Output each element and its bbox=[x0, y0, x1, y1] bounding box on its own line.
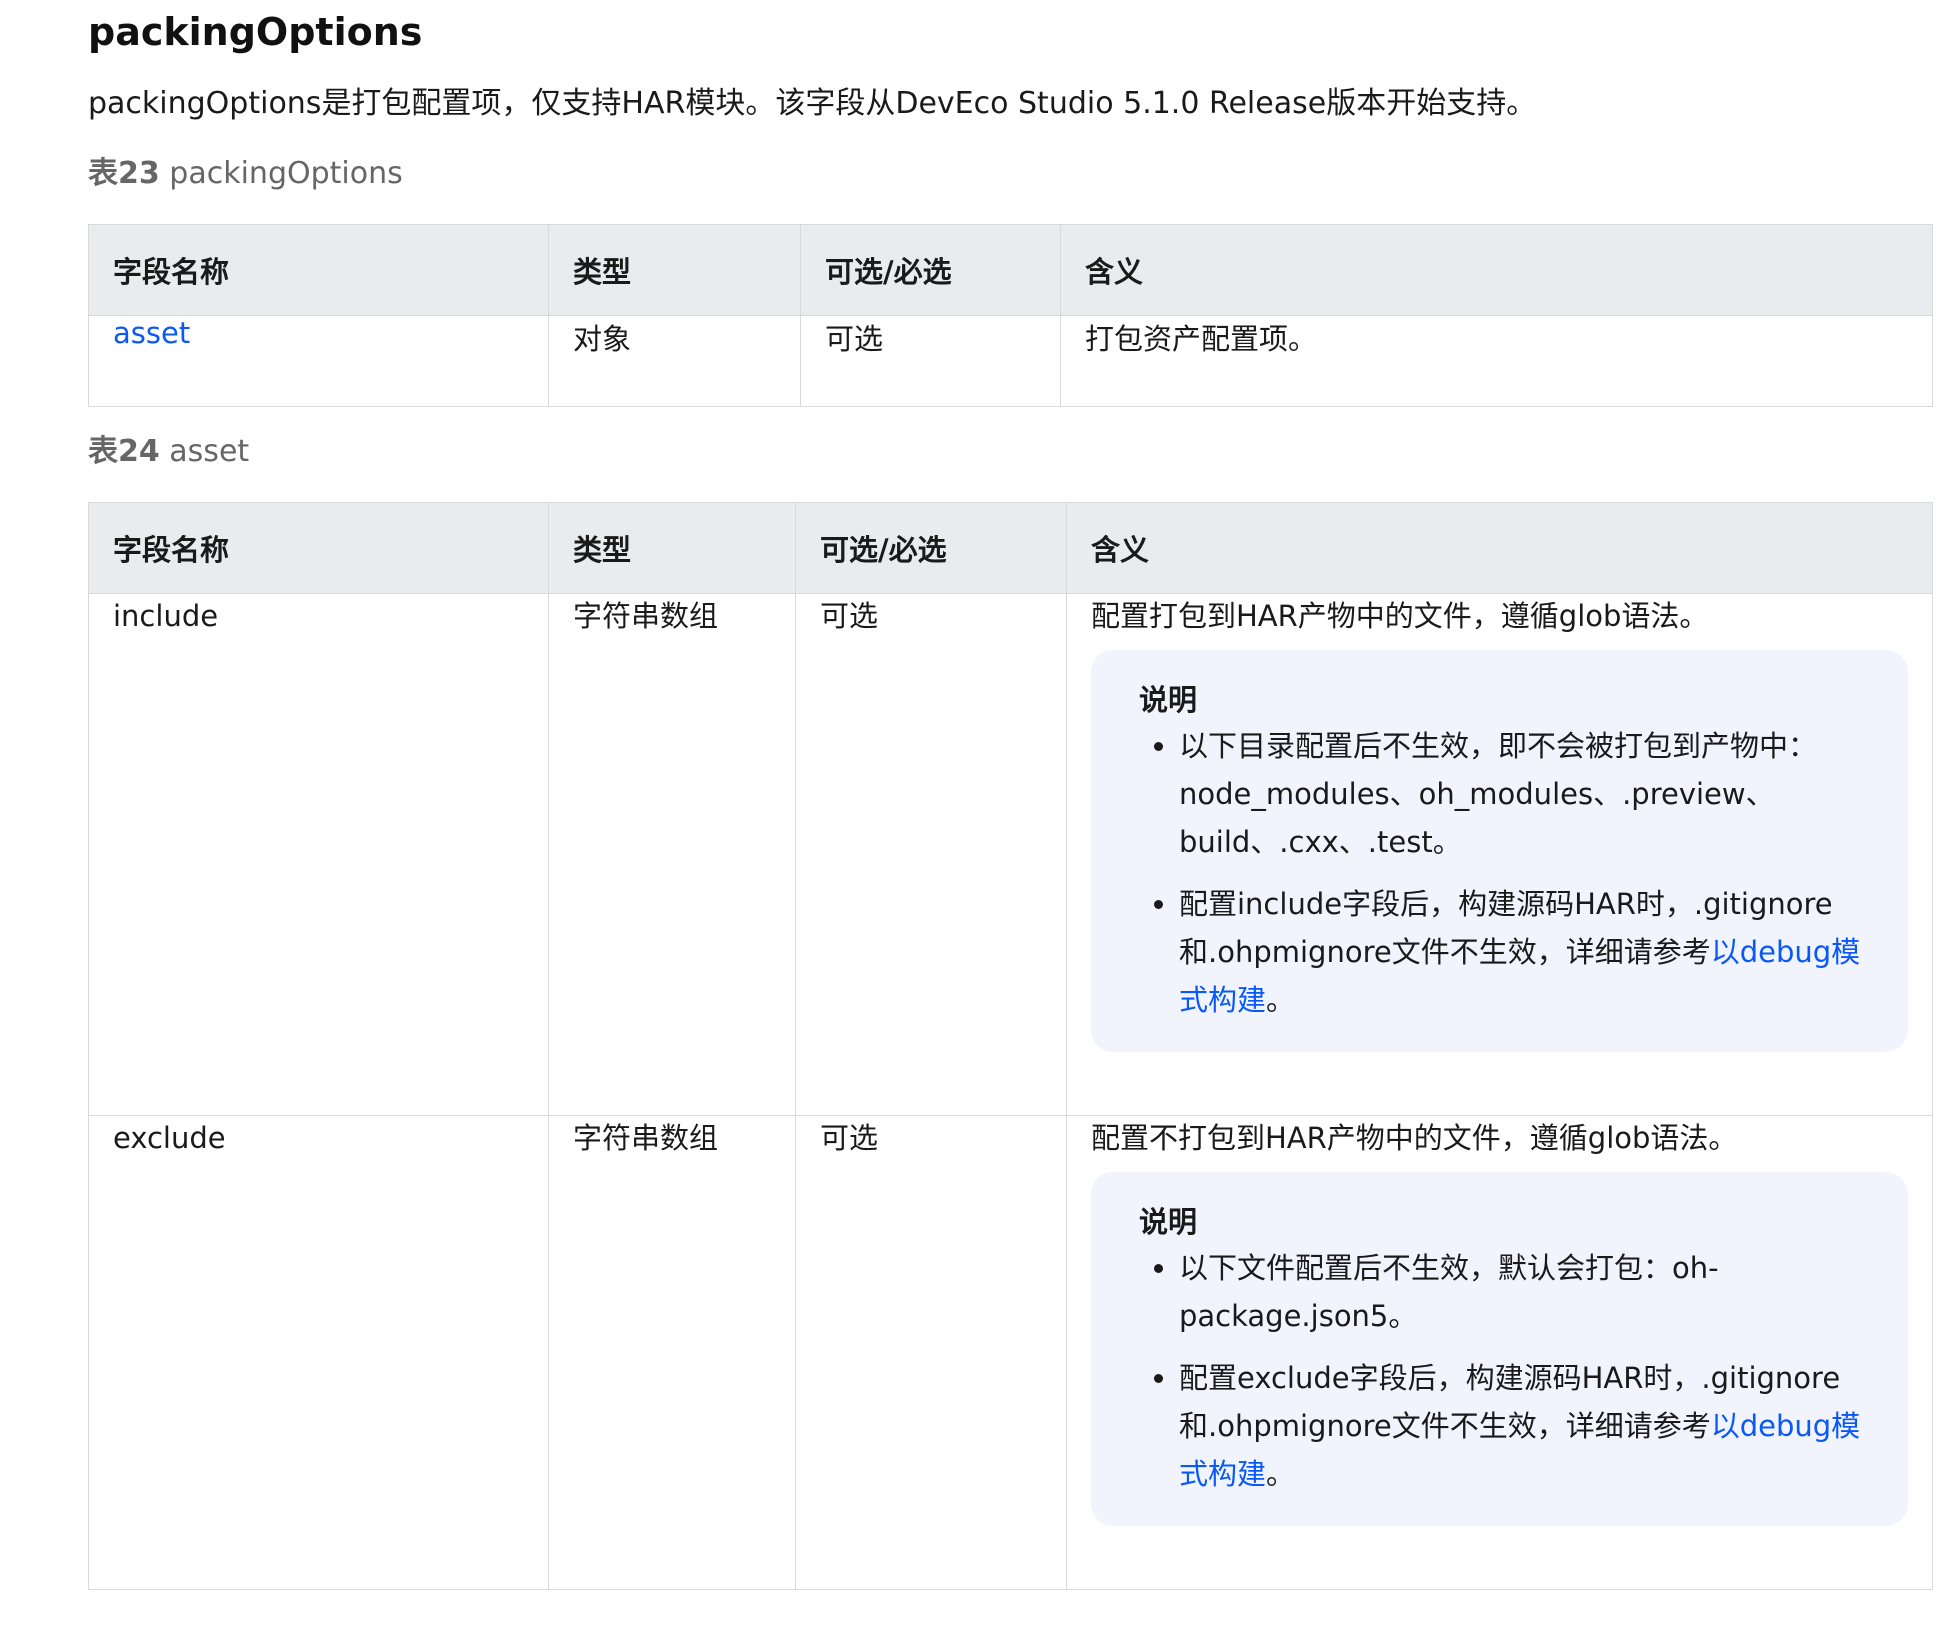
section-intro: packingOptions是打包配置项，仅支持HAR模块。该字段从DevEco… bbox=[88, 86, 1537, 121]
header-required: 可选/必选 bbox=[800, 224, 1061, 316]
meaning-text: 配置打包到HAR产物中的文件，遵循glob语法。 bbox=[1091, 599, 1709, 633]
note-list: 以下文件配置后不生效，默认会打包：oh-package.json5。 配置exc… bbox=[1139, 1244, 1880, 1498]
note-list: 以下目录配置后不生效，即不会被打包到产物中：node_modules、oh_mo… bbox=[1139, 722, 1880, 1024]
header-required: 可选/必选 bbox=[795, 502, 1067, 594]
cell-meaning: 配置不打包到HAR产物中的文件，遵循glob语法。 说明 以下文件配置后不生效，… bbox=[1066, 1115, 1933, 1590]
asset-table: 字段名称 类型 可选/必选 含义 include 字符串数组 可选 配置打包到H… bbox=[88, 502, 1933, 1590]
cell-required: 可选 bbox=[795, 593, 1067, 1116]
table-row: exclude 字符串数组 可选 配置不打包到HAR产物中的文件，遵循glob语… bbox=[88, 1115, 1933, 1590]
note-item: 配置exclude字段后，构建源码HAR时，.gitignore和.ohpmig… bbox=[1179, 1354, 1880, 1498]
cell-name: include bbox=[88, 593, 549, 1116]
cell-meaning: 配置打包到HAR产物中的文件，遵循glob语法。 说明 以下目录配置后不生效，即… bbox=[1066, 593, 1933, 1116]
cell-required: 可选 bbox=[800, 315, 1061, 407]
note-box: 说明 以下目录配置后不生效，即不会被打包到产物中：node_modules、oh… bbox=[1091, 650, 1908, 1052]
note-box: 说明 以下文件配置后不生效，默认会打包：oh-package.json5。 配置… bbox=[1091, 1172, 1908, 1526]
cell-required: 可选 bbox=[795, 1115, 1067, 1590]
header-field-name: 字段名称 bbox=[88, 502, 549, 594]
table-caption-number: 表23 bbox=[88, 156, 160, 191]
table-caption-name: packingOptions bbox=[169, 156, 403, 191]
note-title: 说明 bbox=[1139, 683, 1198, 717]
section-title: packingOptions bbox=[88, 10, 423, 54]
header-type: 类型 bbox=[548, 502, 796, 594]
table-row: include 字符串数组 可选 配置打包到HAR产物中的文件，遵循glob语法… bbox=[88, 593, 1933, 1116]
note-item: 以下目录配置后不生效，即不会被打包到产物中：node_modules、oh_mo… bbox=[1179, 722, 1880, 866]
note-title: 说明 bbox=[1139, 1205, 1198, 1239]
cell-type: 字符串数组 bbox=[548, 593, 796, 1116]
note-item: 配置include字段后，构建源码HAR时，.gitignore和.ohpmig… bbox=[1179, 880, 1880, 1024]
table-row: asset 对象 可选 打包资产配置项。 bbox=[88, 315, 1933, 407]
table-caption-number: 表24 bbox=[88, 434, 160, 469]
table-caption-name: asset bbox=[169, 434, 250, 469]
header-field-name: 字段名称 bbox=[88, 224, 549, 316]
header-type: 类型 bbox=[548, 224, 801, 316]
header-meaning: 含义 bbox=[1066, 502, 1933, 594]
table-header-row: 字段名称 类型 可选/必选 含义 bbox=[88, 502, 1933, 594]
cell-type: 对象 bbox=[548, 315, 801, 407]
packingoptions-table: 字段名称 类型 可选/必选 含义 asset 对象 可选 打包资产配置项。 bbox=[88, 224, 1933, 407]
cell-type: 字符串数组 bbox=[548, 1115, 796, 1590]
document-page: packingOptions packingOptions是打包配置项，仅支持H… bbox=[0, 0, 1958, 1630]
header-meaning: 含义 bbox=[1060, 224, 1933, 316]
cell-name: asset bbox=[88, 315, 549, 407]
table-caption-23: 表23 packingOptions bbox=[88, 152, 403, 196]
note-text: 。 bbox=[1266, 983, 1296, 1017]
table-header-row: 字段名称 类型 可选/必选 含义 bbox=[88, 224, 1933, 316]
cell-name: exclude bbox=[88, 1115, 549, 1590]
table-caption-24: 表24 asset bbox=[88, 430, 249, 474]
asset-link[interactable]: asset bbox=[113, 316, 190, 350]
cell-meaning: 打包资产配置项。 bbox=[1060, 315, 1933, 407]
meaning-text: 配置不打包到HAR产物中的文件，遵循glob语法。 bbox=[1091, 1121, 1738, 1155]
note-item: 以下文件配置后不生效，默认会打包：oh-package.json5。 bbox=[1179, 1244, 1880, 1340]
note-text: 。 bbox=[1266, 1457, 1296, 1491]
